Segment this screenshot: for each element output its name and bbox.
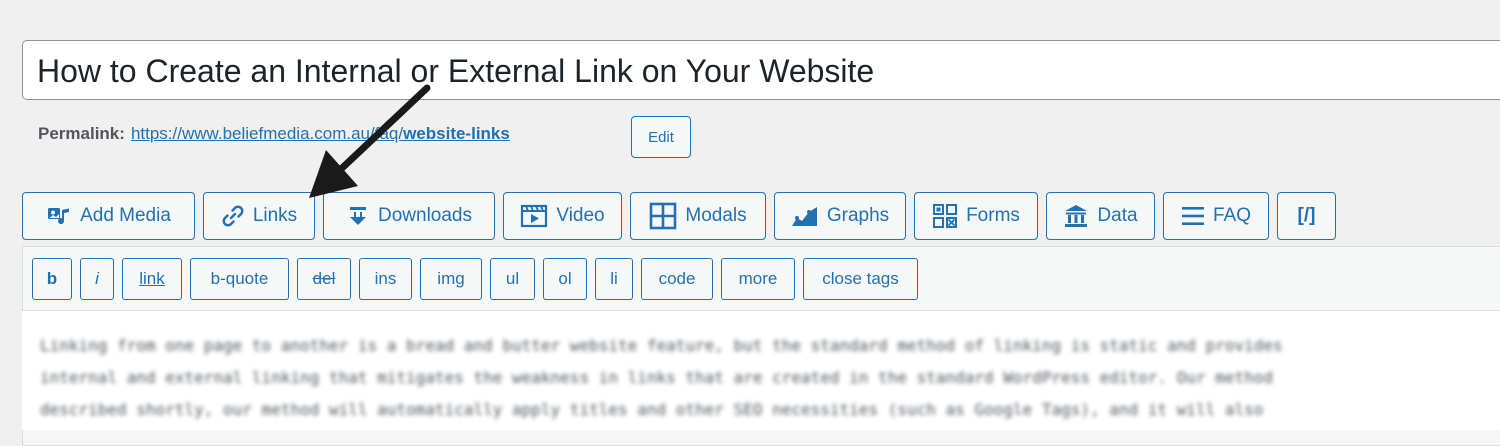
quicktag-li-button[interactable]: li bbox=[595, 258, 633, 300]
add-media-button[interactable]: Add Media bbox=[22, 192, 195, 240]
permalink-label: Permalink: bbox=[38, 124, 125, 143]
quicktag-img-button[interactable]: img bbox=[420, 258, 482, 300]
quicktag-more-button[interactable]: more bbox=[721, 258, 795, 300]
quicktag-del-button[interactable]: del bbox=[297, 258, 351, 300]
quicktag-link-button[interactable]: link bbox=[122, 258, 182, 300]
graphs-button[interactable]: Graphs bbox=[774, 192, 906, 240]
bank-icon bbox=[1063, 203, 1089, 229]
downloads-label: Downloads bbox=[378, 205, 472, 226]
modals-label: Modals bbox=[685, 205, 747, 226]
modals-grid-icon bbox=[649, 202, 677, 230]
quicktag-ol-button[interactable]: ol bbox=[543, 258, 587, 300]
content-line: Linking from one page to another is a br… bbox=[40, 336, 1283, 355]
quicktag-label: li bbox=[610, 269, 618, 288]
quicktag-label: img bbox=[437, 269, 465, 288]
video-button[interactable]: Video bbox=[503, 192, 622, 240]
forms-icon bbox=[932, 203, 958, 229]
quicktag-label: del bbox=[312, 269, 336, 288]
content-line: internal and external linking that mitig… bbox=[40, 368, 1273, 387]
permalink-link[interactable]: https://www.beliefmedia.com.au/faq/websi… bbox=[131, 124, 510, 144]
permalink-edit-button[interactable]: Edit bbox=[631, 116, 691, 158]
quicktag-b-button[interactable]: b bbox=[32, 258, 72, 300]
data-button[interactable]: Data bbox=[1046, 192, 1155, 240]
link-icon bbox=[221, 204, 245, 228]
quicktag-label: code bbox=[658, 269, 696, 288]
quicktag-i-button[interactable]: i bbox=[80, 258, 114, 300]
menu-icon bbox=[1181, 205, 1205, 227]
permalink-url-base: https://www.beliefmedia.com.au/faq/ bbox=[130, 124, 404, 143]
modals-button[interactable]: Modals bbox=[630, 192, 766, 240]
faq-button[interactable]: FAQ bbox=[1163, 192, 1269, 240]
post-title-text: How to Create an Internal or External Li… bbox=[37, 53, 875, 89]
content-line: described shortly, our method will autom… bbox=[40, 400, 1264, 419]
quicktag-label: ul bbox=[505, 269, 520, 288]
permalink-slug: website-links bbox=[403, 124, 510, 143]
graphs-label: Graphs bbox=[826, 205, 890, 226]
shortcode-button[interactable]: [/] bbox=[1277, 192, 1336, 240]
graph-icon bbox=[791, 204, 819, 228]
data-label: Data bbox=[1097, 205, 1138, 226]
forms-button[interactable]: Forms bbox=[914, 192, 1038, 240]
quicktag-label: b bbox=[46, 269, 58, 288]
quicktag-code-button[interactable]: code bbox=[641, 258, 713, 300]
forms-label: Forms bbox=[966, 205, 1020, 226]
add-media-icon bbox=[46, 204, 72, 228]
quicktag-label: b-quote bbox=[210, 269, 269, 288]
downloads-button[interactable]: Downloads bbox=[323, 192, 495, 240]
quicktag-ul-button[interactable]: ul bbox=[490, 258, 535, 300]
quicktag-label: i bbox=[95, 269, 99, 288]
video-label: Video bbox=[556, 205, 605, 226]
add-media-label: Add Media bbox=[80, 205, 171, 226]
quicktag-bquote-button[interactable]: b-quote bbox=[190, 258, 289, 300]
quicktag-label: close tags bbox=[822, 269, 899, 288]
links-label: Links bbox=[252, 205, 298, 226]
quicktag-label: ol bbox=[558, 269, 572, 288]
quicktag-label: ins bbox=[374, 269, 397, 288]
quicktag-ins-button[interactable]: ins bbox=[359, 258, 412, 300]
quicktag-label: link bbox=[139, 269, 165, 288]
permalink-row: Permalink: https://www.beliefmedia.com.a… bbox=[38, 124, 510, 144]
quicktag-label: more bbox=[738, 269, 778, 288]
links-button[interactable]: Links bbox=[203, 192, 315, 240]
faq-label: FAQ bbox=[1212, 205, 1251, 226]
download-icon bbox=[346, 204, 370, 228]
video-icon bbox=[520, 203, 548, 229]
quicktag-close-tags-button[interactable]: close tags bbox=[803, 258, 918, 300]
shortcode-label: [/] bbox=[1297, 205, 1316, 226]
post-title-field[interactable]: How to Create an Internal or External Li… bbox=[22, 40, 1500, 100]
